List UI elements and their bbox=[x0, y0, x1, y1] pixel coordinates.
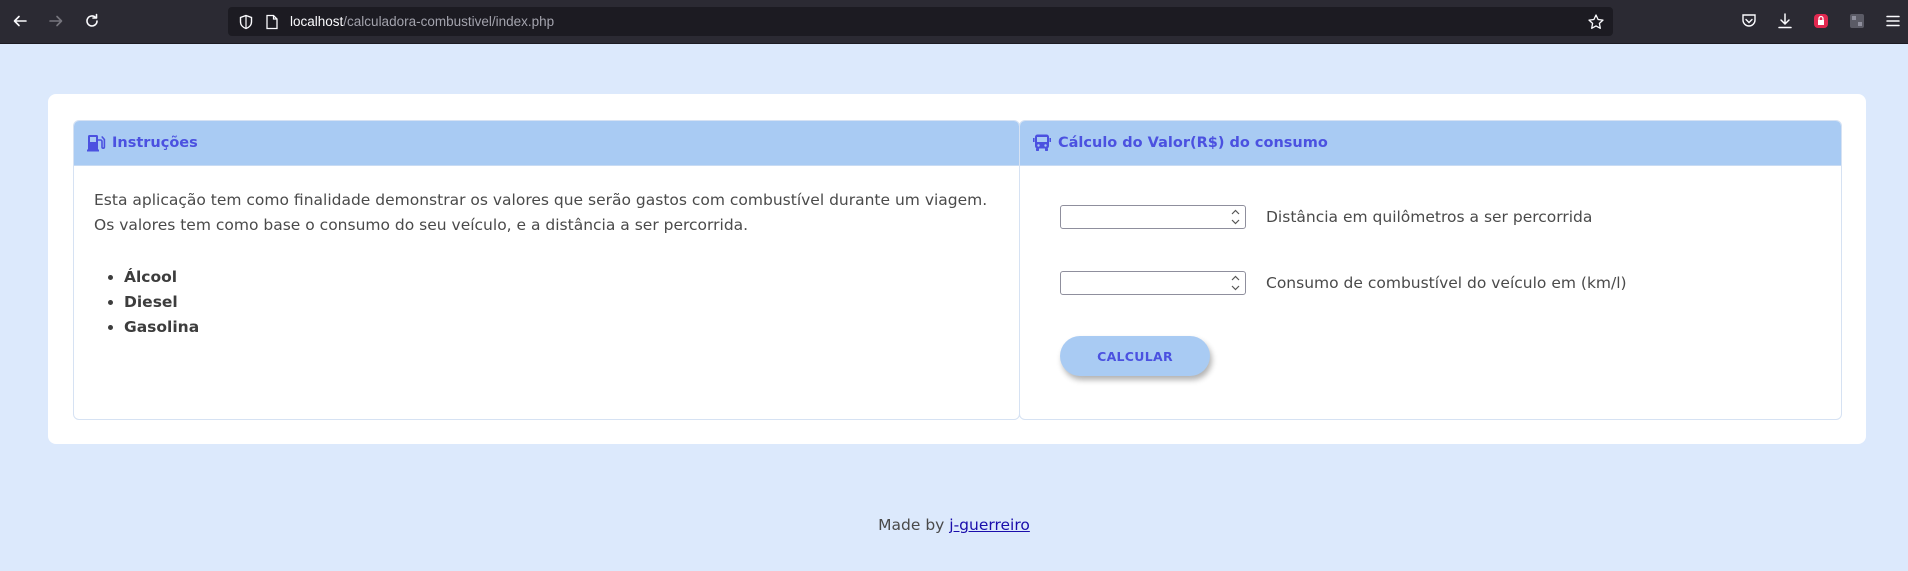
url-text[interactable]: localhost/calculadora-combustivel/index.… bbox=[290, 13, 554, 30]
distance-label: Distância em quilômetros a ser percorrid… bbox=[1266, 208, 1593, 226]
url-host: localhost bbox=[290, 14, 344, 29]
footer: Made by j-guerreiro bbox=[0, 516, 1908, 534]
spin-down-icon[interactable] bbox=[1231, 219, 1240, 225]
fuel-item-gasolina: Gasolina bbox=[124, 315, 999, 340]
calculator-panel: Cálculo do Valor(R$) do consumo Distânci… bbox=[1019, 120, 1842, 420]
calculate-button[interactable]: CALCULAR bbox=[1060, 336, 1210, 376]
consumption-input[interactable] bbox=[1060, 271, 1246, 295]
calculator-header: Cálculo do Valor(R$) do consumo bbox=[1020, 121, 1841, 166]
calculator-title: Cálculo do Valor(R$) do consumo bbox=[1058, 135, 1328, 151]
pocket-icon[interactable] bbox=[1740, 12, 1758, 30]
page-info-icon[interactable] bbox=[265, 14, 279, 30]
fuel-item-diesel: Diesel bbox=[124, 290, 999, 315]
distance-spinner[interactable] bbox=[1228, 209, 1242, 225]
main-card: Instruções Esta aplicação tem como final… bbox=[48, 94, 1866, 444]
spin-down-icon[interactable] bbox=[1231, 285, 1240, 291]
extension-lock-icon[interactable] bbox=[1812, 12, 1830, 30]
instructions-paragraph: Esta aplicação tem como finalidade demon… bbox=[94, 191, 988, 234]
menu-icon[interactable] bbox=[1884, 12, 1902, 30]
distance-input[interactable] bbox=[1060, 205, 1246, 229]
bookmark-star-icon[interactable] bbox=[1587, 13, 1605, 31]
author-link[interactable]: j-guerreiro bbox=[949, 516, 1030, 534]
instructions-panel: Instruções Esta aplicação tem como final… bbox=[73, 120, 1020, 420]
gas-pump-icon bbox=[86, 133, 106, 153]
distance-row: Distância em quilômetros a ser percorrid… bbox=[1060, 205, 1592, 229]
address-bar[interactable]: localhost/calculadora-combustivel/index.… bbox=[228, 7, 1613, 36]
spin-up-icon[interactable] bbox=[1231, 275, 1240, 281]
consumption-spinner[interactable] bbox=[1228, 275, 1242, 291]
back-icon[interactable] bbox=[10, 11, 30, 31]
bus-icon bbox=[1032, 133, 1052, 153]
consumption-label: Consumo de combustível do veículo em (km… bbox=[1266, 274, 1627, 292]
forward-icon[interactable] bbox=[46, 11, 66, 31]
browser-toolbar: localhost/calculadora-combustivel/index.… bbox=[0, 0, 1908, 44]
extension-icon[interactable] bbox=[1848, 12, 1866, 30]
fuel-item-alcool: Álcool bbox=[124, 265, 999, 290]
instructions-title: Instruções bbox=[112, 135, 198, 151]
url-path: /calculadora-combustivel/index.php bbox=[343, 14, 555, 29]
tracking-shield-icon[interactable] bbox=[238, 14, 254, 30]
instructions-header: Instruções bbox=[74, 121, 1019, 166]
downloads-icon[interactable] bbox=[1776, 12, 1794, 30]
spin-up-icon[interactable] bbox=[1231, 209, 1240, 215]
consumption-row: Consumo de combustível do veículo em (km… bbox=[1060, 271, 1627, 295]
fuel-list: Álcool Diesel Gasolina bbox=[94, 265, 999, 340]
reload-icon[interactable] bbox=[82, 11, 102, 31]
footer-prefix: Made by bbox=[878, 516, 945, 534]
